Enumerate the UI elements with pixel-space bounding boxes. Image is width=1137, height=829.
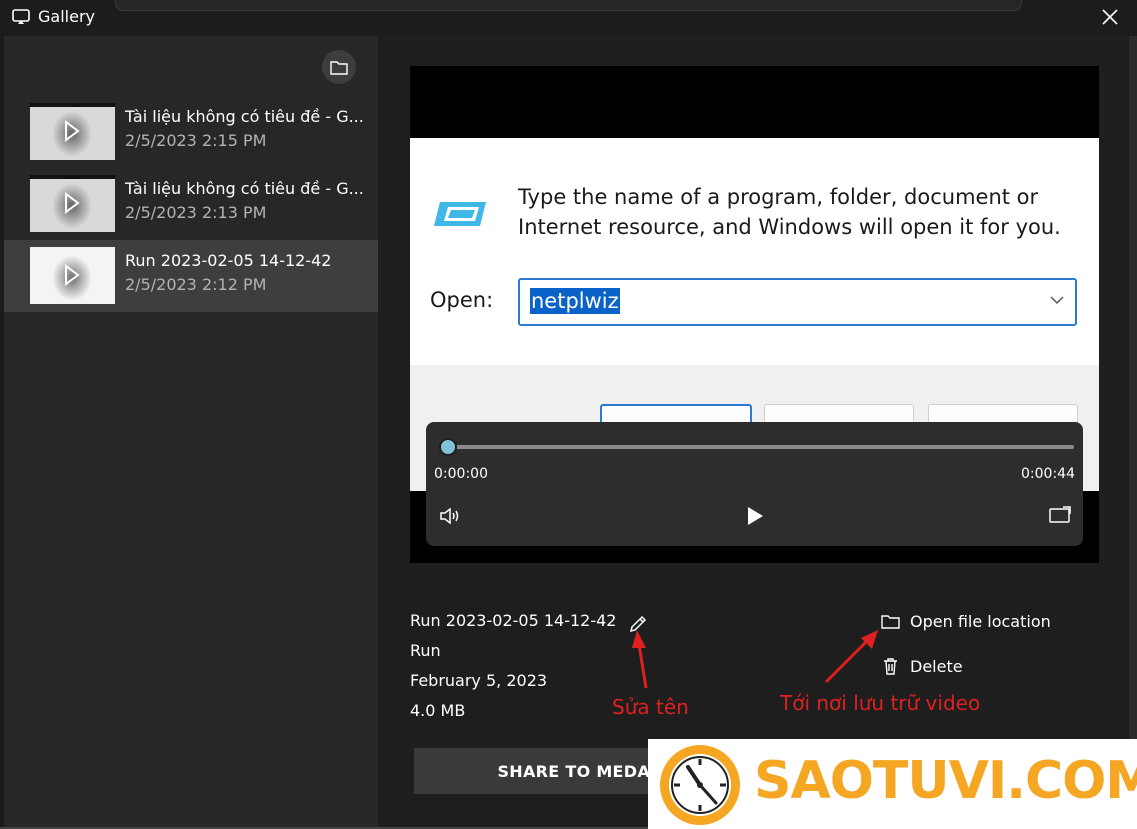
clock-logo-icon: [660, 745, 740, 825]
rename-annotation: Sửa tên: [612, 695, 689, 719]
location-annotation: Tới nơi lưu trữ video: [780, 691, 981, 715]
watermark: SAOTUVI.COM: [648, 739, 1137, 829]
watermark-text: SAOTUVI.COM: [754, 751, 1137, 811]
